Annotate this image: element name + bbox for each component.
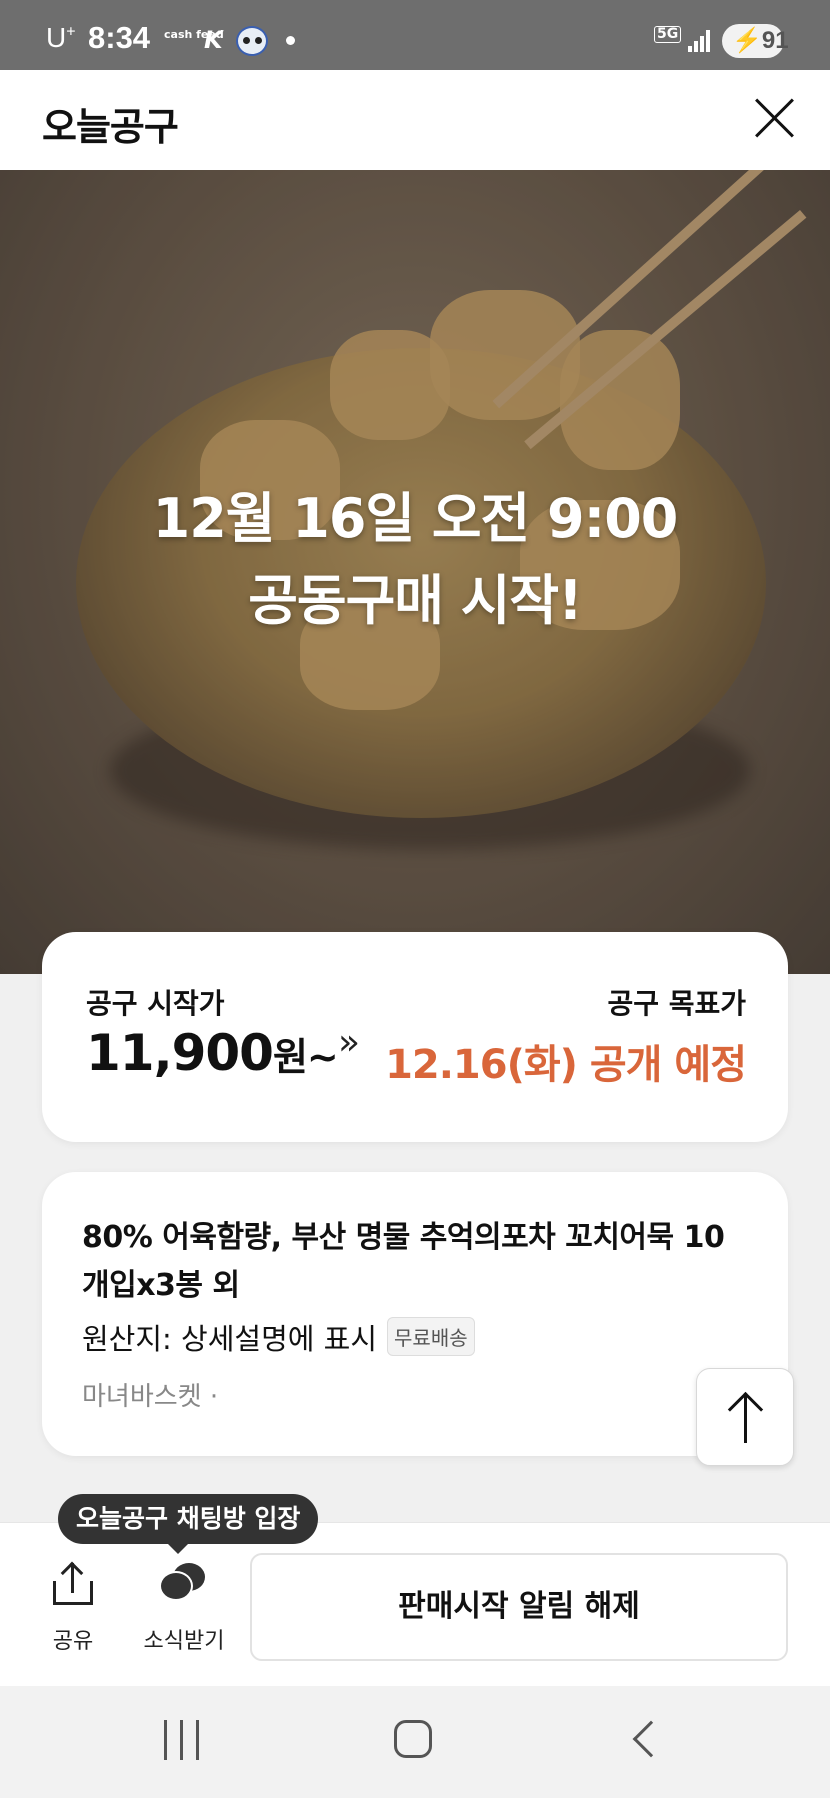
product-title: 80% 어육함량, 부산 명물 추억의포차 꼬치어묵 10개입x3봉 외	[82, 1220, 725, 1303]
system-nav-bar	[0, 1686, 830, 1798]
k-app-icon: K	[204, 26, 223, 54]
recent-apps-icon[interactable]	[164, 1720, 200, 1760]
status-time: 8:34	[88, 20, 151, 55]
target-price-value: 12.16(화) 공개 예정	[385, 1042, 747, 1088]
hero-banner: 12월 16일 오전 9:00 공동구매 시작!	[0, 170, 830, 974]
network-5g-icon: 5G	[654, 26, 682, 43]
news-label: 소식받기	[143, 1629, 225, 1654]
status-bar: U+ 8:34 cash feed K 5G ⚡91	[0, 0, 830, 70]
character-app-icon	[236, 26, 268, 56]
close-icon[interactable]	[746, 90, 802, 146]
free-shipping-badge: 무료배송	[387, 1317, 475, 1356]
product-origin: 원산지: 상세설명에 표시 무료배송	[82, 1316, 475, 1358]
chat-bubbles-icon	[159, 1563, 209, 1607]
share-button[interactable]: 공유	[40, 1561, 106, 1655]
start-price-label: 공구 시작가	[86, 987, 225, 1020]
notification-dot-icon	[286, 36, 295, 45]
bottom-action-bar: 공유 소식받기 판매시작 알림 해제	[0, 1522, 830, 1686]
chatroom-tooltip[interactable]: 오늘공구 채팅방 입장	[58, 1494, 319, 1554]
seller-name[interactable]: 마녀바스켓 ·	[82, 1376, 218, 1413]
double-chevron-right-icon: »	[338, 1022, 361, 1063]
battery-indicator: ⚡91	[722, 24, 789, 58]
target-price-label: 공구 목표가	[607, 987, 746, 1020]
hero-headline: 12월 16일 오전 9:00 공동구매 시작!	[152, 487, 679, 632]
page-title: 오늘공구	[42, 105, 179, 149]
signal-icon	[688, 30, 712, 52]
page-header: 오늘공구	[0, 70, 830, 170]
carrier-label: U+	[46, 22, 76, 53]
price-card: 공구 시작가 11,900원~ » 공구 목표가 12.16(화) 공개 예정	[42, 932, 788, 1142]
home-icon[interactable]	[394, 1720, 432, 1758]
product-card[interactable]: 80% 어육함량, 부산 명물 추억의포차 꼬치어묵 10개입x3봉 외 원산지…	[42, 1172, 788, 1456]
share-label: 공유	[52, 1629, 94, 1654]
cancel-sale-alert-button[interactable]: 판매시작 알림 해제	[250, 1553, 788, 1661]
news-button[interactable]: 소식받기	[138, 1563, 230, 1655]
share-icon	[53, 1561, 93, 1607]
start-price-value: 11,900원~	[86, 1024, 339, 1082]
scroll-to-top-button[interactable]	[696, 1368, 794, 1466]
back-icon[interactable]	[632, 1720, 670, 1758]
